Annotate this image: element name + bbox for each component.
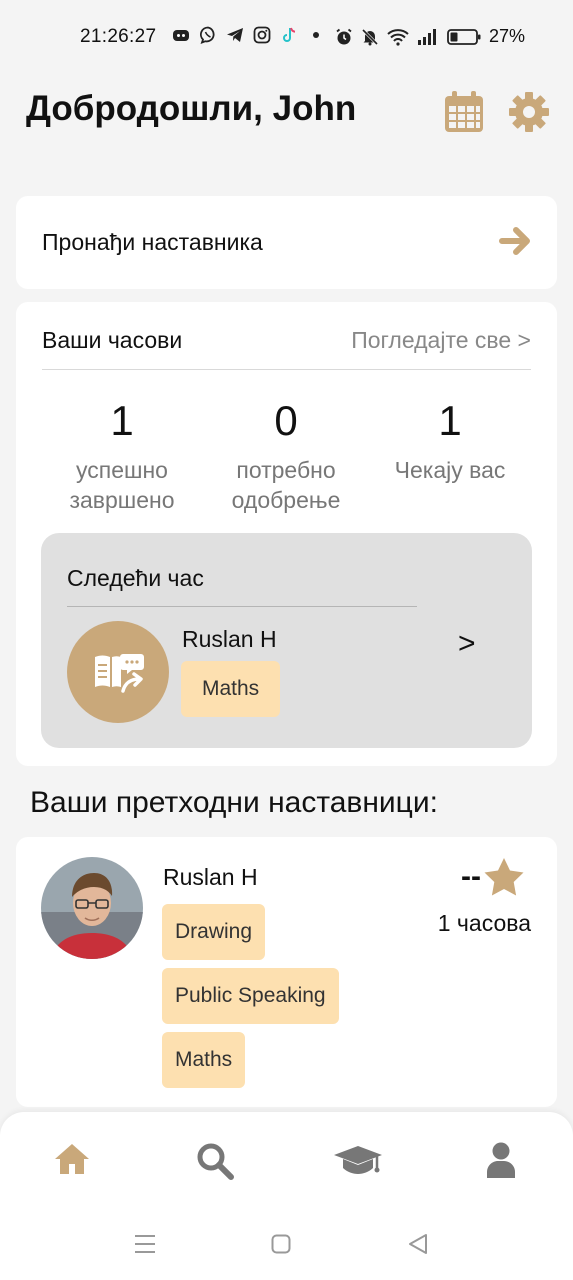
teacher-rating: -- [461,857,525,897]
avatar [41,857,143,959]
user-icon[interactable] [486,1142,516,1178]
stat-label: потребно одобрење [231,457,341,513]
subject-tag: Drawing [162,904,266,960]
next-class-card[interactable]: Следећи час Ruslan H Maths > [41,533,532,748]
subject-tag: Maths [162,1032,246,1088]
next-class-chevron[interactable]: > [458,627,476,661]
instagram-icon [253,26,271,44]
find-teacher-card[interactable]: Пронађи наставника [16,196,557,289]
recent-apps-icon[interactable] [134,1232,156,1256]
status-bar: 21:26:27 27% [0,0,573,70]
tiktok-icon [283,27,296,42]
calendar-icon[interactable] [443,90,485,134]
teacher-hours: 1 часова [437,910,531,936]
star-icon [484,858,524,896]
divider [42,369,531,370]
teacher-photo [41,857,143,959]
stat-waiting: 1 Чекају вас [370,397,530,485]
viber-icon [200,26,215,44]
book-chat-icon [95,654,144,693]
notification-icons [172,26,325,44]
home-icon[interactable] [54,1142,90,1176]
graduation-cap-icon[interactable] [333,1144,383,1178]
mute-icon [361,28,379,45]
back-icon[interactable] [408,1232,428,1256]
stat-label: Чекају вас [394,457,506,483]
stat-value: 1 [110,397,134,444]
battery-icon [447,28,481,45]
lesson-avatar [67,621,169,723]
stat-label: успешно завршено [69,457,175,513]
subject-tag: Maths [181,661,281,717]
find-teacher-label: Пронађи наставника [42,229,263,255]
teacher-name: Ruslan H [163,864,258,890]
signal-icon [418,28,436,45]
divider [67,606,417,607]
next-class-title: Следећи час [67,565,204,591]
stat-value: 1 [438,397,462,444]
status-time: 21:26:27 [80,26,157,47]
teacher-card[interactable]: Ruslan H Drawing Public Speaking Maths -… [16,837,557,1107]
alarm-icon [336,28,352,44]
stat-value: 0 [274,397,298,444]
next-class-teacher: Ruslan H [182,626,277,652]
dot-icon [313,32,319,38]
search-icon[interactable] [196,1142,234,1180]
classes-card: Ваши часови Погледајте све > 1 успешно з… [16,302,557,766]
telegram-icon [227,28,243,42]
gear-icon[interactable] [509,92,549,132]
stat-approval-needed: 0 потребно одобрење [206,397,366,515]
arrow-right-icon [499,227,530,255]
classes-title: Ваши часови [42,327,183,353]
discord-icon [173,30,189,41]
welcome-title: Добродошли, John [26,89,357,128]
system-status-icons: 27% [335,26,525,47]
system-nav-bar [0,1212,573,1280]
subject-tags: Drawing Public Speaking Maths [162,904,339,1088]
wifi-icon [387,28,409,46]
home-button-icon[interactable] [271,1232,291,1256]
subject-tag: Public Speaking [162,968,339,1024]
bottom-nav [0,1112,573,1212]
rating-value: -- [461,860,481,893]
stat-completed: 1 успешно завршено [42,397,202,515]
previous-teachers-heading: Ваши претходни наставници: [30,786,438,819]
battery-percentage: 27% [489,26,526,46]
see-all-link[interactable]: Погледајте све > [351,327,531,354]
